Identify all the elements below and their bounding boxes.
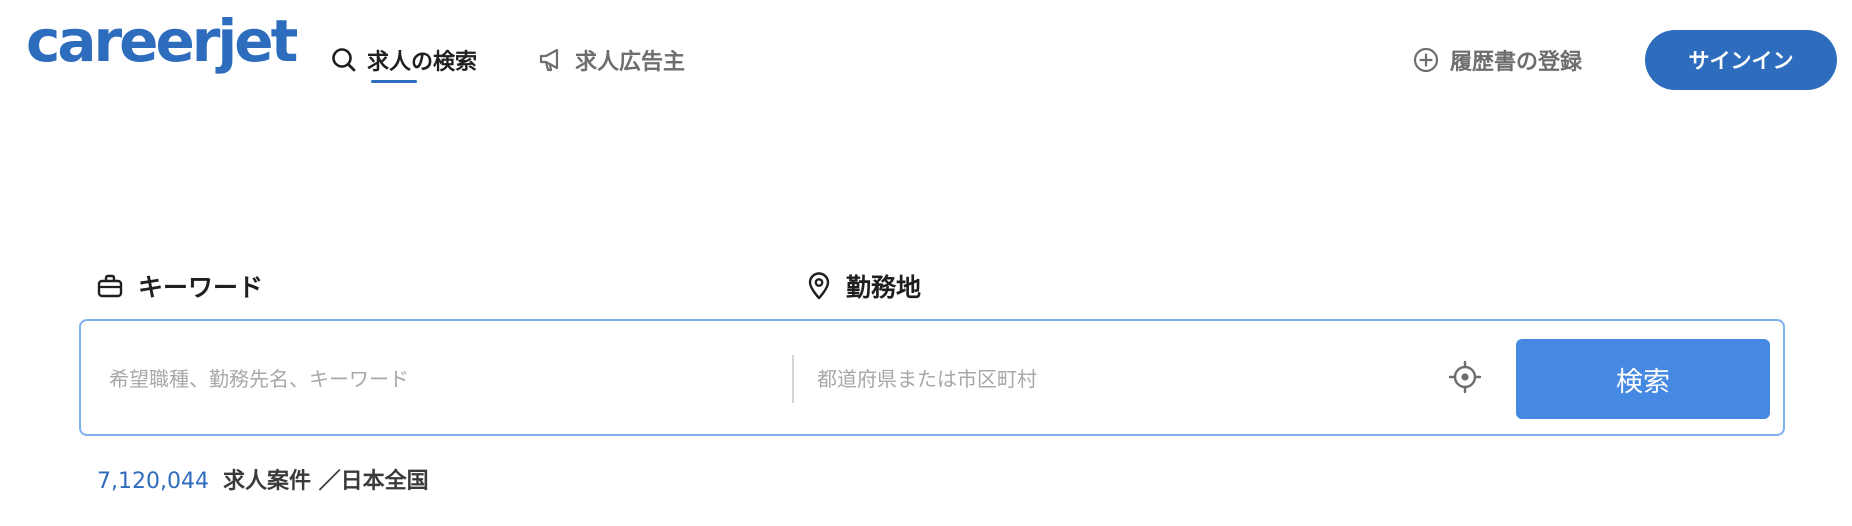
job-count: 7,120,044 xyxy=(97,469,209,494)
nav-search-jobs[interactable]: 求人の検索 xyxy=(331,44,477,76)
signin-button[interactable]: サインイン xyxy=(1645,30,1837,90)
nav-register-resume[interactable]: 履歴書の登録 xyxy=(1412,44,1582,76)
keyword-label: キーワード xyxy=(96,268,263,304)
active-nav-underline xyxy=(371,80,417,83)
search-box: 検索 xyxy=(79,319,1785,436)
location-input[interactable] xyxy=(815,345,1419,413)
nav-employers[interactable]: 求人広告主 xyxy=(537,44,685,76)
nav-register-resume-label: 履歴書の登録 xyxy=(1450,50,1583,75)
plus-circle-icon xyxy=(1413,47,1439,73)
job-count-text: 求人案件 ／日本全国 xyxy=(222,469,429,494)
location-label-text: 勤務地 xyxy=(846,273,922,302)
nav-search-jobs-label: 求人の検索 xyxy=(367,50,478,75)
megaphone-icon xyxy=(539,48,559,72)
nav-employers-label: 求人広告主 xyxy=(575,50,686,75)
briefcase-icon xyxy=(97,274,123,298)
location-label: 勤務地 xyxy=(806,268,921,304)
keyword-input[interactable] xyxy=(107,345,761,413)
crosshair-icon xyxy=(1448,360,1482,394)
field-divider xyxy=(792,355,794,403)
careerjet-logo[interactable]: careerjet xyxy=(26,12,298,70)
job-stats: 7,120,044 求人案件 ／日本全国 xyxy=(97,463,429,495)
keyword-label-text: キーワード xyxy=(138,273,264,302)
site-header: careerjet 求人の検索 求人広告主 履歴書の登録 サインイン xyxy=(0,0,1852,110)
location-pin-icon xyxy=(808,272,830,300)
use-current-location-button[interactable] xyxy=(1447,359,1483,395)
search-icon xyxy=(332,48,356,72)
search-button[interactable]: 検索 xyxy=(1516,339,1770,419)
